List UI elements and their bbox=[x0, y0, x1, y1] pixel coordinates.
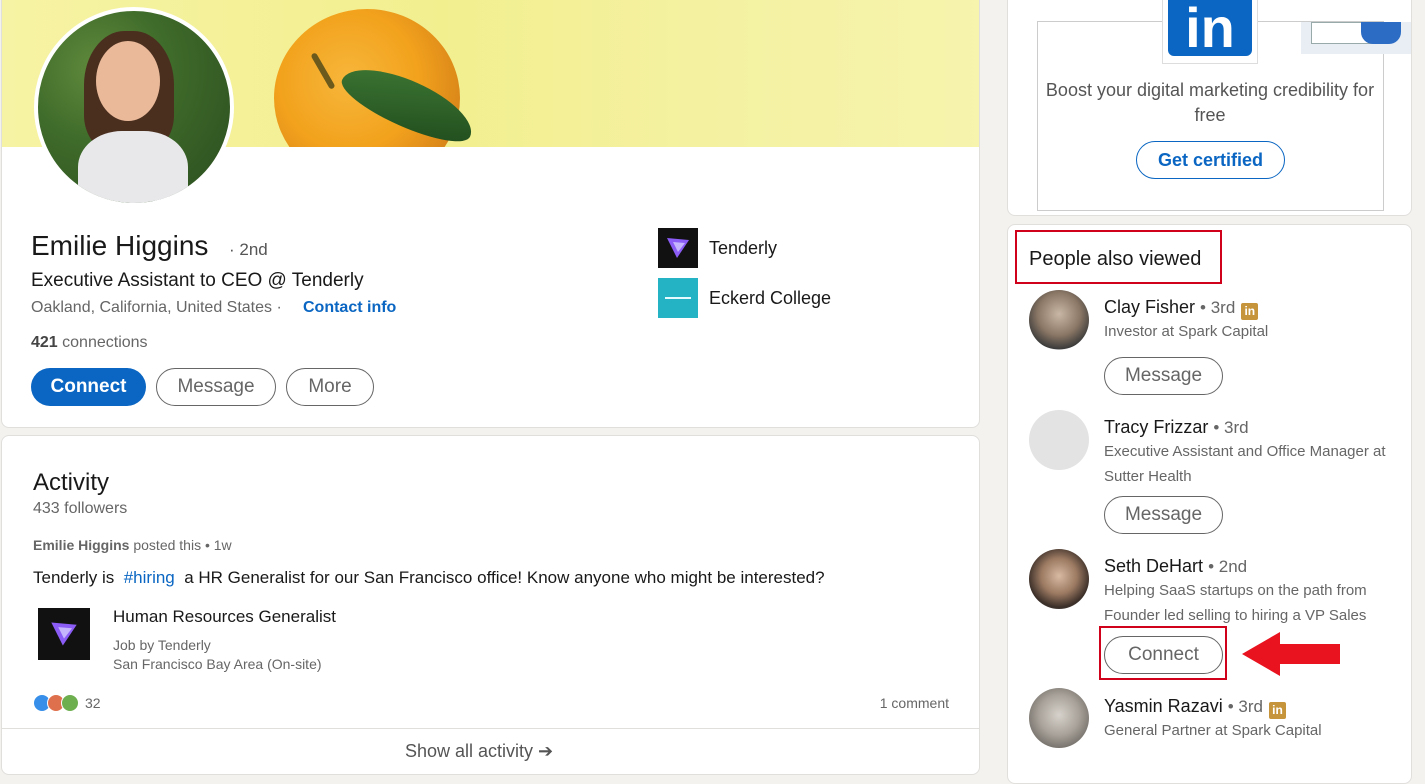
divider bbox=[2, 728, 979, 729]
person-headline: General Partner at Spark Capital bbox=[1104, 722, 1322, 739]
post-text-end: a HR Generalist for our San Francisco of… bbox=[184, 568, 825, 587]
linkedin-premium-icon: in bbox=[1241, 303, 1259, 320]
person-name-row[interactable]: Clay Fisher • 3rd in bbox=[1104, 297, 1259, 320]
person-name[interactable]: Tracy Frizzar bbox=[1104, 417, 1208, 437]
linkedin-premium-icon: in bbox=[1268, 702, 1286, 719]
org-name: Tenderly bbox=[709, 237, 778, 258]
post-meta: Emilie Higgins posted this • 1w bbox=[33, 537, 232, 553]
comment-count-link[interactable]: 1 comment bbox=[880, 695, 949, 711]
org-tenderly[interactable]: Tenderly bbox=[658, 228, 777, 268]
hashtag-link[interactable]: #hiring bbox=[124, 568, 175, 587]
reaction-count: 32 bbox=[85, 695, 101, 711]
avatar[interactable] bbox=[1029, 290, 1089, 350]
connections-label: connections bbox=[62, 334, 148, 351]
connection-degree: · 2nd bbox=[229, 240, 268, 259]
person-degree: • 2nd bbox=[1208, 557, 1248, 576]
post-text-start: Tenderly is bbox=[33, 568, 115, 587]
avatar[interactable] bbox=[1029, 688, 1089, 748]
eckerd-college-logo-icon bbox=[658, 278, 698, 318]
ad-text: Boost your digital marketing credibility… bbox=[1045, 80, 1375, 125]
person-name[interactable]: Clay Fisher bbox=[1104, 297, 1195, 317]
message-button[interactable]: Message bbox=[156, 368, 276, 406]
tenderly-logo-icon[interactable] bbox=[38, 608, 90, 660]
ad-illustration bbox=[1301, 22, 1411, 54]
job-company: Job by Tenderly bbox=[113, 637, 211, 653]
person-headline-line-1: Executive Assistant and Office Manager a… bbox=[1104, 443, 1386, 460]
profile-avatar[interactable] bbox=[34, 7, 234, 207]
job-location: San Francisco Bay Area (On-site) bbox=[113, 656, 322, 672]
post-text[interactable]: Tenderly is #hiring a HR Generalist for … bbox=[33, 568, 825, 588]
more-button[interactable]: More bbox=[286, 368, 374, 406]
reactions-summary[interactable]: 32 bbox=[33, 694, 101, 712]
tenderly-logo-icon bbox=[658, 228, 698, 268]
person-degree: • 3rd bbox=[1200, 298, 1236, 317]
person-headline-line-1: Helping SaaS startups on the path from bbox=[1104, 582, 1367, 599]
connections-number: 421 bbox=[31, 334, 58, 351]
person-name-row[interactable]: Seth DeHart • 2nd bbox=[1104, 556, 1247, 577]
person-degree: • 3rd bbox=[1213, 418, 1249, 437]
connect-button[interactable]: Connect bbox=[31, 368, 146, 406]
person-degree: • 3rd bbox=[1227, 697, 1263, 716]
activity-card: Activity 433 followers Emilie Higgins po… bbox=[1, 435, 980, 775]
profile-card bbox=[1, 0, 980, 428]
person-headline-line-2: Founder led selling to hiring a VP Sales bbox=[1104, 607, 1367, 624]
person-name[interactable]: Yasmin Razavi bbox=[1104, 696, 1223, 716]
person-name-row[interactable]: Tracy Frizzar • 3rd bbox=[1104, 417, 1249, 438]
people-also-viewed-title: People also viewed bbox=[1029, 248, 1202, 270]
profile-name: Emilie Higgins bbox=[31, 230, 209, 261]
highlight-box bbox=[1099, 626, 1227, 680]
followers-count: 433 followers bbox=[33, 500, 128, 517]
contact-info-link[interactable]: Contact info bbox=[303, 299, 396, 317]
person-headline: Investor at Spark Capital bbox=[1104, 323, 1269, 340]
connections-count: 421 connections bbox=[31, 334, 148, 352]
red-arrow-icon bbox=[1242, 632, 1340, 676]
get-certified-button[interactable]: Get certified bbox=[1136, 141, 1285, 179]
job-title-link[interactable]: Human Resources Generalist bbox=[113, 607, 336, 627]
post-meta-text: posted this • 1w bbox=[133, 537, 232, 553]
message-button[interactable]: Message bbox=[1104, 496, 1223, 534]
show-all-activity-link[interactable]: Show all activity ➔ bbox=[405, 741, 553, 762]
person-headline-line-2: Sutter Health bbox=[1104, 468, 1192, 485]
linkedin-logo-icon: in bbox=[1162, 0, 1258, 64]
message-button[interactable]: Message bbox=[1104, 357, 1223, 395]
person-name-row[interactable]: Yasmin Razavi • 3rd in bbox=[1104, 696, 1286, 719]
person-name[interactable]: Seth DeHart bbox=[1104, 556, 1203, 576]
avatar[interactable] bbox=[1029, 410, 1089, 470]
org-name: Eckerd College bbox=[709, 287, 832, 308]
support-reaction-icon bbox=[61, 694, 79, 712]
profile-location: Oakland, California, United States · bbox=[31, 299, 282, 316]
org-eckerd-college[interactable]: Eckerd College bbox=[658, 278, 831, 318]
avatar[interactable] bbox=[1029, 549, 1089, 609]
profile-headline: Executive Assistant to CEO @ Tenderly bbox=[31, 270, 364, 291]
post-author: Emilie Higgins bbox=[33, 537, 130, 553]
activity-title: Activity bbox=[33, 469, 110, 496]
